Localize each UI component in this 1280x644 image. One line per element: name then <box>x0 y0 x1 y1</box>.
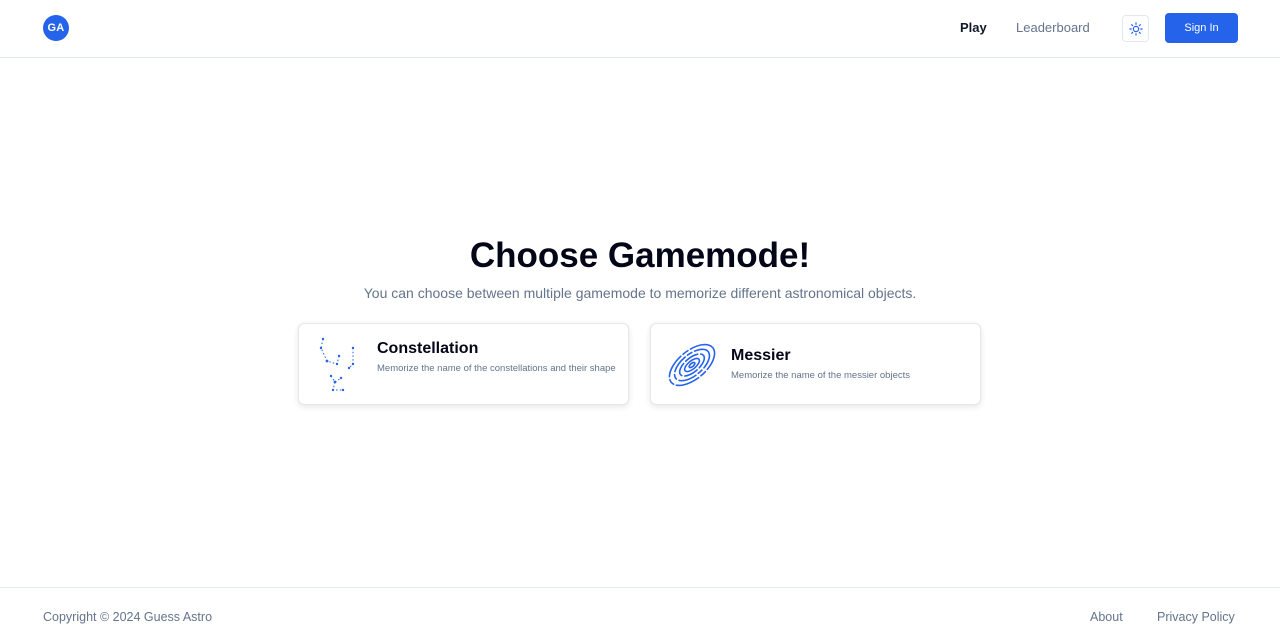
nav-leaderboard-link[interactable]: Leaderboard <box>1016 20 1090 35</box>
footer-privacy-link[interactable]: Privacy Policy <box>1157 610 1235 624</box>
constellation-icon <box>319 337 355 392</box>
nav-play-link[interactable]: Play <box>960 20 987 35</box>
page-subtitle: You can choose between multiple gamemode… <box>363 285 917 301</box>
card-description: Memorize the name of the constellations … <box>377 363 616 374</box>
card-title: Constellation <box>377 340 479 357</box>
site-footer: Copyright © 2024 Guess Astro About Priva… <box>0 587 1280 644</box>
sun-icon <box>1128 21 1143 36</box>
footer-about-link[interactable]: About <box>1090 610 1123 624</box>
galaxy-icon <box>668 343 716 387</box>
site-header: GA Play Leaderboard Sign In <box>0 0 1280 58</box>
sign-in-button[interactable]: Sign In <box>1165 13 1238 43</box>
card-description: Memorize the name of the messier objects <box>731 370 910 381</box>
gamemode-card-constellation[interactable]: Constellation Memorize the name of the c… <box>298 323 629 405</box>
logo[interactable]: GA <box>43 15 69 41</box>
card-title: Messier <box>731 347 791 364</box>
gamemode-card-messier[interactable]: Messier Memorize the name of the messier… <box>650 323 981 405</box>
page-title: Choose Gamemode! <box>469 236 811 275</box>
theme-toggle-button[interactable] <box>1122 15 1149 42</box>
copyright-text: Copyright © 2024 Guess Astro <box>43 610 213 624</box>
